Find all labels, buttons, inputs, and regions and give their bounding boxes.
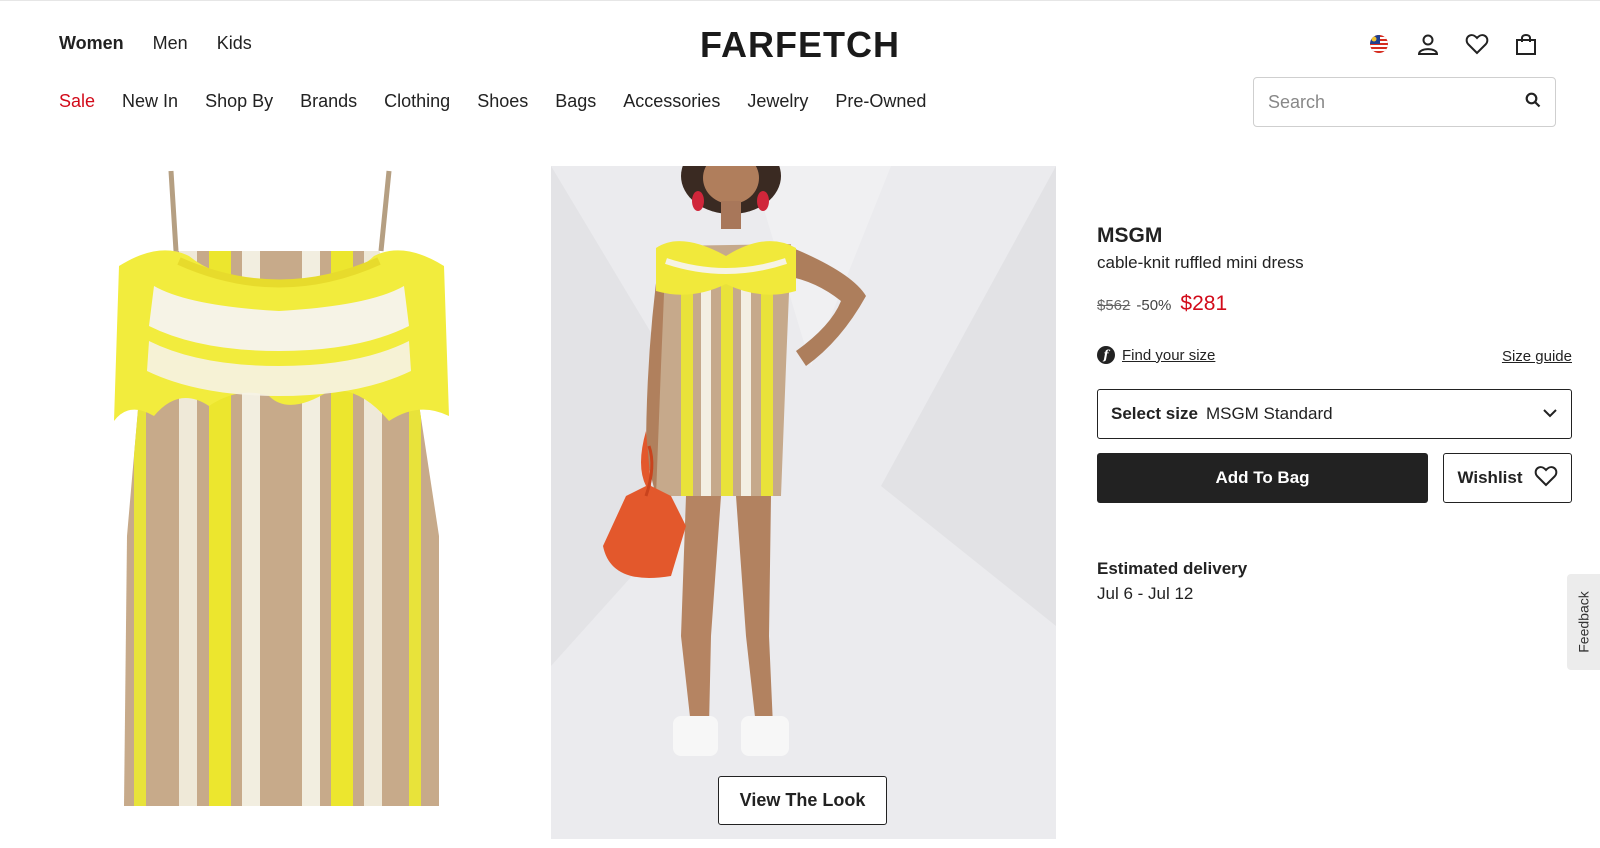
wishlist-button-label: Wishlist	[1457, 468, 1523, 487]
nav-item-sale[interactable]: Sale	[59, 91, 95, 112]
wishlist-button[interactable]: Wishlist	[1443, 453, 1572, 503]
estimated-delivery-dates: Jul 6 - Jul 12	[1097, 584, 1194, 603]
product-name: cable-knit ruffled mini dress	[1097, 253, 1304, 272]
heart-icon	[1534, 465, 1558, 492]
view-the-look-button[interactable]: View The Look	[718, 776, 887, 825]
estimated-delivery-label: Estimated delivery	[1097, 559, 1248, 578]
feedback-tab[interactable]: Feedback	[1567, 574, 1600, 670]
product-brand[interactable]: MSGM	[1097, 224, 1162, 248]
shopping-bag-icon[interactable]	[1501, 29, 1550, 59]
find-your-size: f Find your size	[1097, 346, 1215, 364]
size-select-dropdown[interactable]: Select size MSGM Standard	[1097, 389, 1572, 439]
price-row: $562 -50% $281	[1097, 292, 1227, 316]
size-select-value: MSGM Standard	[1205, 404, 1333, 423]
add-to-bag-button[interactable]: Add To Bag	[1097, 453, 1428, 503]
nav-item-pre-owned[interactable]: Pre-Owned	[835, 91, 926, 112]
nav-item-shop-by[interactable]: Shop By	[205, 91, 273, 112]
nav-item-shoes[interactable]: Shoes	[477, 91, 528, 112]
flag-icon[interactable]	[1354, 29, 1403, 59]
nav-item-jewelry[interactable]: Jewelry	[747, 91, 808, 112]
site-logo[interactable]: FARFETCH	[700, 24, 900, 66]
find-your-size-link[interactable]: Find your size	[1122, 347, 1215, 364]
search-icon[interactable]	[1525, 92, 1541, 113]
nav-item-new-in[interactable]: New In	[122, 91, 178, 112]
sale-price: $281	[1180, 292, 1228, 315]
search-box	[1253, 77, 1556, 127]
feedback-label: Feedback	[1575, 591, 1592, 653]
category-nav: Sale New In Shop By Brands Clothing Shoe…	[59, 91, 953, 112]
header-icons	[1354, 29, 1550, 59]
top-border	[0, 0, 1600, 1]
nav-item-accessories[interactable]: Accessories	[623, 91, 720, 112]
account-icon[interactable]	[1403, 29, 1452, 59]
size-guide-link[interactable]: Size guide	[1502, 348, 1572, 365]
nav-item-brands[interactable]: Brands	[300, 91, 357, 112]
discount-badge: -50%	[1136, 297, 1172, 314]
chevron-down-icon	[1542, 405, 1558, 423]
farfetch-f-icon: f	[1097, 346, 1115, 364]
search-input[interactable]	[1268, 91, 1525, 113]
nav-item-bags[interactable]: Bags	[555, 91, 596, 112]
original-price: $562	[1097, 297, 1131, 314]
size-select-label: Select size	[1111, 404, 1198, 423]
nav-item-clothing[interactable]: Clothing	[384, 91, 450, 112]
product-image-main[interactable]	[59, 166, 556, 842]
wishlist-heart-icon[interactable]	[1452, 29, 1501, 59]
product-image-model[interactable]	[551, 166, 1056, 839]
